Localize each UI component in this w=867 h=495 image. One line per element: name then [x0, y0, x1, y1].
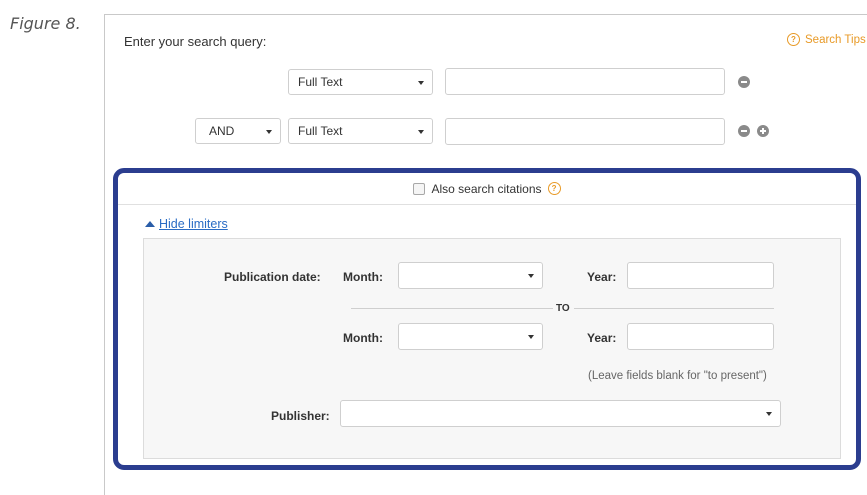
chevron-up-icon — [145, 221, 155, 227]
help-icon[interactable]: ? — [547, 182, 561, 195]
month-from-select[interactable] — [398, 262, 543, 289]
search-tips-label: Search Tips — [805, 33, 866, 46]
operator-select[interactable]: AND — [195, 118, 281, 144]
field-select-1[interactable]: Full Text — [288, 69, 433, 95]
to-present-note: (Leave fields blank for "to present") — [588, 370, 767, 382]
search-query-title: Enter your search query: — [124, 34, 267, 49]
field-select-2-value: Full Text — [298, 124, 343, 138]
month-label-to: Month: — [343, 331, 383, 345]
chevron-down-icon — [418, 130, 424, 134]
publication-date-label: Publication date: — [224, 270, 321, 284]
year-to-input[interactable] — [627, 323, 774, 350]
chevron-down-icon — [418, 81, 424, 85]
month-label-from: Month: — [343, 270, 383, 284]
remove-row-2-button[interactable] — [738, 125, 750, 137]
also-search-citations-label: Also search citations — [431, 181, 542, 196]
chevron-down-icon — [766, 412, 772, 416]
also-search-citations-row: Also search citations ? — [118, 173, 856, 205]
operator-select-value: AND — [209, 124, 235, 138]
field-select-1-value: Full Text — [298, 75, 343, 89]
chevron-down-icon — [528, 335, 534, 339]
field-select-2[interactable]: Full Text — [288, 118, 433, 144]
to-label: TO — [556, 303, 570, 314]
publisher-select[interactable] — [340, 400, 781, 427]
chevron-down-icon — [528, 274, 534, 278]
divider-right — [574, 308, 774, 309]
limiters-panel: Publication date: Month: Year: TO Month:… — [143, 238, 841, 459]
search-tips-link[interactable]: ? Search Tips — [787, 33, 866, 46]
year-label-to: Year: — [587, 331, 617, 345]
hide-limiters-label: Hide limiters — [159, 217, 228, 231]
query-input-1[interactable] — [445, 68, 725, 95]
limiters-highlight-box: Also search citations ? Hide limiters Pu… — [113, 168, 861, 470]
year-label-from: Year: — [587, 270, 617, 284]
add-row-button[interactable] — [757, 125, 769, 137]
query-input-2[interactable] — [445, 118, 725, 145]
hide-limiters-link[interactable]: Hide limiters — [145, 217, 228, 231]
publisher-label: Publisher: — [271, 409, 330, 423]
month-to-select[interactable] — [398, 323, 543, 350]
figure-label: Figure 8. — [10, 14, 81, 33]
divider-left — [351, 308, 553, 309]
year-from-input[interactable] — [627, 262, 774, 289]
chevron-down-icon — [266, 130, 272, 134]
also-search-citations-checkbox[interactable] — [413, 182, 426, 195]
help-icon: ? — [787, 33, 800, 46]
remove-row-1-button[interactable] — [738, 76, 750, 88]
